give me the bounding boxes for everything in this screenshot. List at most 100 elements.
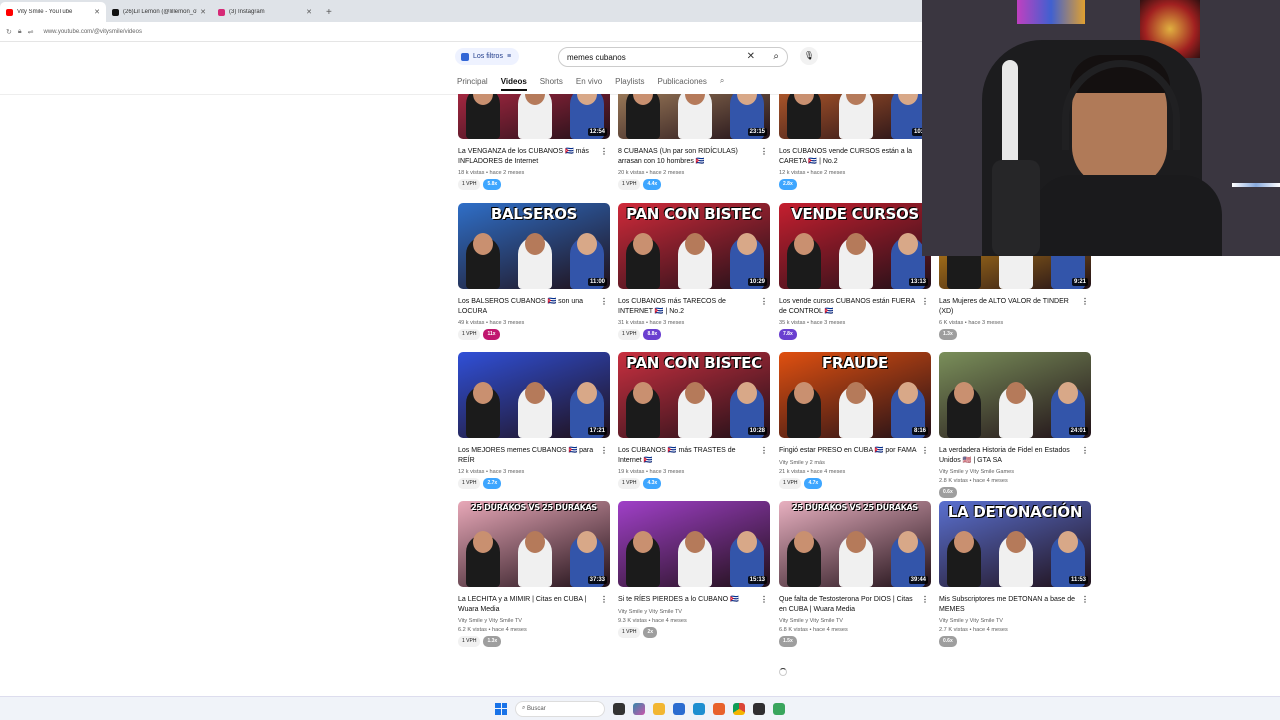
more-options-icon[interactable]: ⋮ [600, 446, 608, 455]
more-options-icon[interactable]: ⋮ [760, 147, 768, 156]
more-options-icon[interactable]: ⋮ [1081, 595, 1089, 604]
video-title[interactable]: Fingió estar PRESO en CUBA 🇨🇺 por FAMA [779, 446, 931, 456]
more-options-icon[interactable]: ⋮ [600, 147, 608, 156]
chrome-icon[interactable] [733, 702, 745, 715]
video-card[interactable]: 10:2 Los CUBANOS vende CURSOS están a la… [779, 53, 931, 190]
video-card[interactable]: FRAUDE 8:16 Fingió estar PRESO en CUBA 🇨🇺… [779, 352, 931, 489]
video-thumbnail[interactable]: BALSEROS 11:00 [458, 203, 610, 289]
more-options-icon[interactable]: ⋮ [1081, 446, 1089, 455]
video-channel[interactable]: Vity Smile y Vity Smile TV [779, 617, 931, 626]
video-title[interactable]: Si te RÍES PIERDES a lo CUBANO 🇨🇺 [618, 595, 770, 605]
video-stats: 6.8 K vistas • hace 4 meses [779, 627, 848, 633]
vph-badge: 1 VPH [618, 329, 641, 340]
video-thumbnail[interactable]: 25 DURAKOS VS 25 DURAKAS 39:44 [779, 501, 931, 587]
video-thumbnail[interactable]: 25 DURAKOS VS 25 DURAKAS 37:33 [458, 501, 610, 587]
thumbnail-caption: 25 DURAKOS VS 25 DURAKAS [471, 503, 597, 512]
video-card[interactable]: 12:54 La VENGANZA de los CUBANOS 🇨🇺 más … [458, 53, 610, 190]
video-badges: 1 VPH 2.7x [458, 478, 610, 489]
site-settings-icon[interactable]: ⇌ [28, 28, 34, 36]
video-card[interactable]: 25 DURAKOS VS 25 DURAKAS 37:33 La LECHITA… [458, 501, 610, 647]
video-thumbnail[interactable]: 15:13 [618, 501, 770, 587]
video-thumbnail[interactable]: PAN CON BISTEC 10:29 [618, 203, 770, 289]
video-title[interactable]: La LECHITA y a MIMIR | Citas en CUBA | W… [458, 595, 610, 614]
video-title[interactable]: Los BALSEROS CUBANOS 🇨🇺 son una LOCURA [458, 297, 610, 316]
video-thumbnail[interactable]: 10:2 [779, 94, 931, 139]
video-card[interactable]: PAN CON BISTEC 10:28 Los CUBANOS 🇨🇺 más T… [618, 352, 770, 489]
browser-tab-0[interactable]: Vity Smile - YouTube ✕ [0, 2, 106, 22]
video-channel[interactable]: Vity Smile y Vity Smile Games [939, 468, 1091, 477]
file-explorer-icon[interactable] [653, 702, 665, 715]
browser-tab-1[interactable]: (26)Lil Lemon (@lillemon_oficia ✕ [106, 2, 212, 22]
more-options-icon[interactable]: ⋮ [921, 446, 929, 455]
video-title[interactable]: Los MEJORES memes CUBANOS 🇨🇺 para REÍR [458, 446, 610, 465]
task-view-icon[interactable] [613, 702, 625, 715]
video-title[interactable]: Las Mujeres de ALTO VALOR de TINDER (XD) [939, 297, 1091, 316]
taskbar-search[interactable]: ⌕ Buscar [515, 700, 605, 717]
more-options-icon[interactable]: ⋮ [600, 595, 608, 604]
close-tab-icon[interactable]: ✕ [94, 8, 100, 16]
more-options-icon[interactable]: ⋮ [1081, 297, 1089, 306]
video-card[interactable]: 15:13 Si te RÍES PIERDES a lo CUBANO 🇨🇺 … [618, 501, 770, 638]
video-title[interactable]: Los CUBANOS 🇨🇺 más TRASTES de Internet 🇨… [618, 446, 770, 465]
close-tab-icon[interactable]: ✕ [200, 8, 206, 16]
more-options-icon[interactable]: ⋮ [760, 595, 768, 604]
video-thumbnail[interactable]: FRAUDE 8:16 [779, 352, 931, 438]
video-card[interactable]: VENDE CURSOS 13:13 Los vende cursos CUBAN… [779, 203, 931, 340]
video-thumbnail[interactable]: 17:21 [458, 352, 610, 438]
obs-icon[interactable] [753, 702, 765, 715]
video-title[interactable]: 8 CUBANAS (Un par son RIDÍCULAS) arrasan… [618, 147, 770, 166]
video-title[interactable]: La VENGANZA de los CUBANOS 🇨🇺 más INFLAD… [458, 147, 610, 166]
person-shirt [1032, 175, 1222, 256]
browser-tab-2[interactable]: (3) Instagram ✕ [212, 2, 318, 22]
video-card[interactable]: PAN CON BISTEC 10:29 Los CUBANOS más TARE… [618, 203, 770, 340]
video-title[interactable]: La verdadera Historia de Fidel en Estado… [939, 446, 1091, 465]
thumbnail-face [473, 531, 493, 553]
video-channel[interactable]: Vity Smile y Vity Smile TV [458, 617, 610, 626]
video-thumbnail[interactable]: VENDE CURSOS 13:13 [779, 203, 931, 289]
more-options-icon[interactable]: ⋮ [760, 446, 768, 455]
video-card[interactable]: LA DETONACIÓN 11:53 Mis Subscriptores me … [939, 501, 1091, 647]
firefox-icon[interactable] [713, 702, 725, 715]
store-icon[interactable] [673, 702, 685, 715]
reload-icon[interactable]: ↻ [6, 28, 12, 36]
video-channel[interactable]: Vity Smile y Vity Smile TV [618, 608, 770, 617]
video-thumbnail[interactable]: LA DETONACIÓN 11:53 [939, 501, 1091, 587]
video-card[interactable]: 24:01 La verdadera Historia de Fidel en … [939, 352, 1091, 498]
thumbnail-face [633, 94, 653, 105]
video-channel[interactable]: Vity Smile y 2 más [779, 459, 931, 468]
video-meta: Vity Smile y Vity Smile TV 9.3 K vistas … [618, 608, 770, 638]
app-icon[interactable] [773, 702, 785, 715]
thumbnail-face [846, 531, 866, 553]
more-options-icon[interactable]: ⋮ [600, 297, 608, 306]
outlier-badge: 2.8x [779, 179, 797, 190]
windows-start-icon[interactable] [495, 702, 507, 715]
video-meta: 18 k vistas • hace 2 meses 1 VPH 5.8x [458, 169, 610, 190]
close-tab-icon[interactable]: ✕ [306, 8, 312, 16]
video-title[interactable]: Mis Subscriptores me DETONAN a base de M… [939, 595, 1091, 614]
video-title[interactable]: Los CUBANOS vende CURSOS están a la CARE… [779, 147, 931, 166]
video-thumbnail[interactable]: 24:01 [939, 352, 1091, 438]
video-card[interactable]: BALSEROS 11:00 Los BALSEROS CUBANOS 🇨🇺 so… [458, 203, 610, 340]
video-thumbnail[interactable]: 12:54 [458, 94, 610, 139]
video-title[interactable]: Que falta de Testosterona Por DIOS | Cit… [779, 595, 931, 614]
instagram-favicon-icon [218, 8, 225, 16]
address-bar[interactable]: ↻ 🔒︎ ⇌ www.youtube.com/@vitysmile/videos [0, 22, 922, 42]
webcam-overlay [922, 0, 1280, 256]
new-tab-icon[interactable]: + [326, 7, 332, 18]
video-card[interactable]: 23:15 8 CUBANAS (Un par son RIDÍCULAS) a… [618, 53, 770, 190]
video-title[interactable]: Los CUBANOS más TARECOS de INTERNET 🇨🇺 |… [618, 297, 770, 316]
more-options-icon[interactable]: ⋮ [921, 595, 929, 604]
video-card[interactable]: 17:21 Los MEJORES memes CUBANOS 🇨🇺 para … [458, 352, 610, 489]
video-title[interactable]: Los vende cursos CUBANOS están FUERA de … [779, 297, 931, 316]
url-text[interactable]: www.youtube.com/@vitysmile/videos [43, 29, 141, 35]
more-options-icon[interactable]: ⋮ [921, 297, 929, 306]
outlier-badge: 1.5x [779, 636, 797, 647]
more-options-icon[interactable]: ⋮ [760, 297, 768, 306]
edge-icon[interactable] [693, 702, 705, 715]
video-duration: 10:29 [747, 278, 767, 286]
video-channel[interactable]: Vity Smile y Vity Smile TV [939, 617, 1091, 626]
copilot-icon[interactable] [633, 702, 645, 715]
video-thumbnail[interactable]: PAN CON BISTEC 10:28 [618, 352, 770, 438]
video-card[interactable]: 25 DURAKOS VS 25 DURAKAS 39:44 Que falta … [779, 501, 931, 647]
video-thumbnail[interactable]: 23:15 [618, 94, 770, 139]
